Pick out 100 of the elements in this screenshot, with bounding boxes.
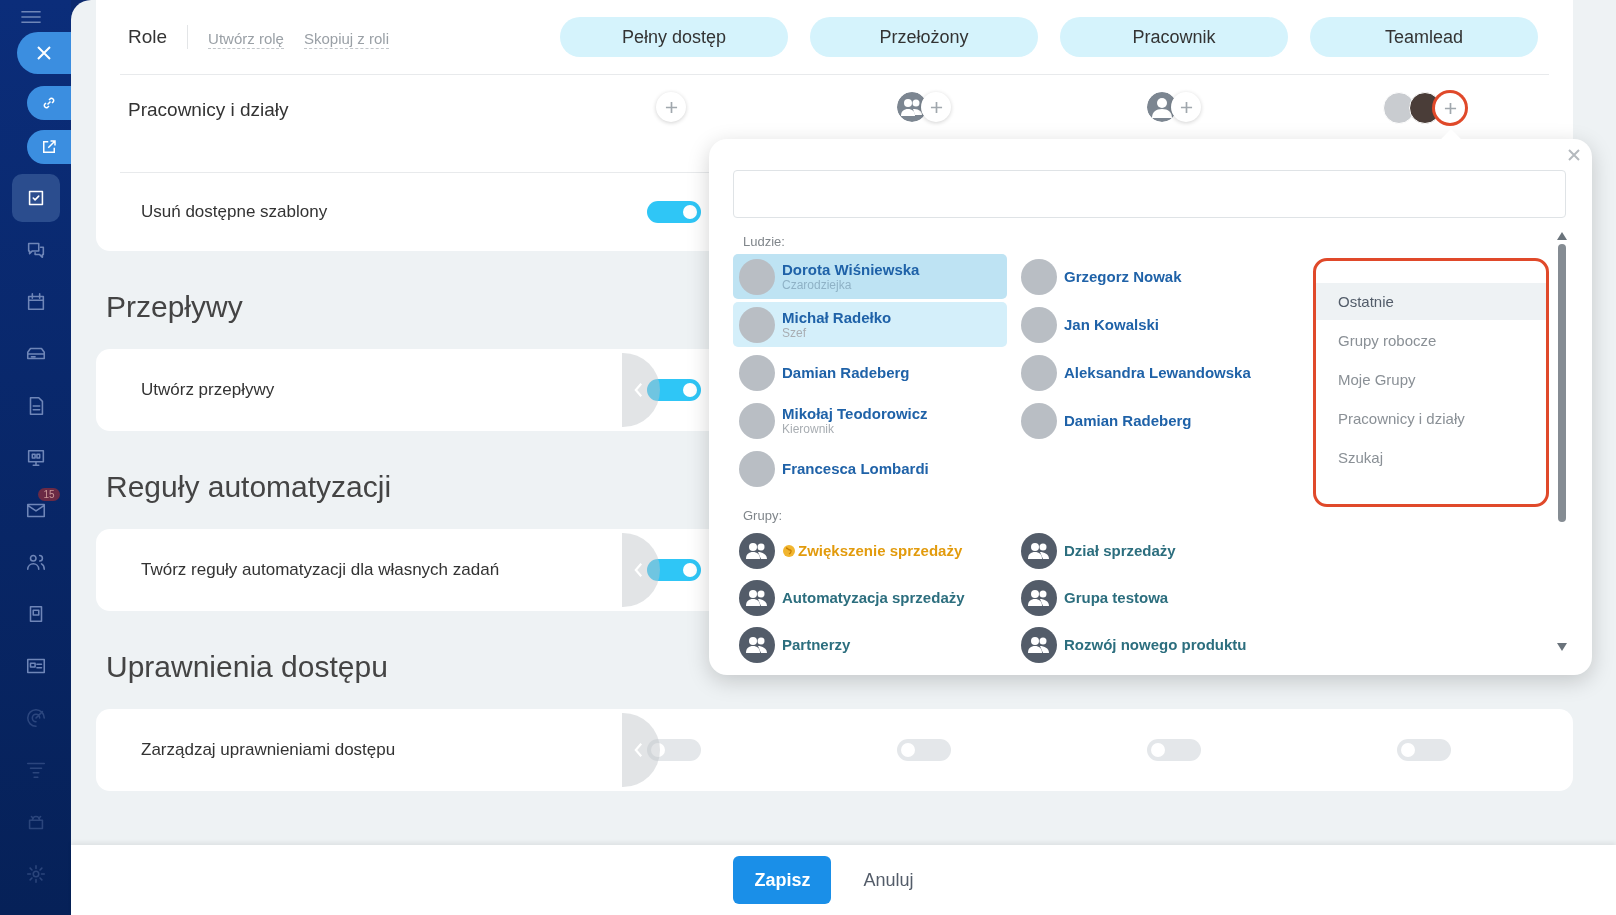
chevron-left-icon — [633, 562, 643, 578]
group-item[interactable]: Partnerzy — [733, 622, 1015, 667]
open-external-button[interactable] — [27, 130, 71, 164]
group-item[interactable]: Dział sprzedaży — [1015, 528, 1297, 573]
row-label: Pracownicy i działy — [128, 99, 289, 121]
group-icon — [1021, 579, 1057, 616]
avatar-placeholder — [1021, 354, 1057, 391]
person-role: Kierownik — [782, 422, 836, 436]
role-pill[interactable]: Pełny dostęp — [560, 17, 788, 57]
role-pill[interactable]: Przełożony — [810, 17, 1038, 57]
group-name: Automatyzacja sprzedaży — [782, 589, 965, 606]
group-item[interactable]: Rozwój nowego produktu — [1015, 622, 1297, 667]
close-button[interactable] — [17, 32, 71, 74]
add-button[interactable] — [1171, 92, 1201, 122]
scroll-up-icon[interactable] — [1557, 232, 1568, 240]
add-button[interactable] — [656, 92, 686, 122]
popup-tab[interactable]: Pracownicy i działy — [1316, 400, 1546, 437]
setting-label: Utwórz przepływy — [140, 380, 275, 400]
person-item[interactable]: Aleksandra Lewandowska — [1015, 350, 1289, 395]
plus-icon — [1443, 101, 1457, 115]
person-item[interactable]: Damian Radeberg — [1015, 398, 1289, 443]
person-item[interactable]: Grzegorz Nowak — [1015, 254, 1289, 299]
role-pill[interactable]: Teamlead — [1310, 17, 1538, 57]
section-title: Uprawnienia dostępu — [106, 649, 388, 685]
avatar-placeholder — [739, 354, 775, 391]
add-button[interactable] — [921, 92, 951, 122]
group-icon — [739, 579, 775, 616]
target-icon — [24, 707, 47, 729]
setting-label: Zarządzaj uprawnieniami dostępu — [140, 740, 396, 760]
group-icon — [1021, 532, 1057, 569]
roles-title: Role — [128, 26, 168, 48]
setting-label: Twórz reguły automatyzacji dla własnych zadań — [140, 560, 500, 580]
section-title: Przepływy — [106, 289, 243, 325]
person-name: Dorota Wiśniewska — [782, 261, 920, 278]
group-item[interactable]: Grupa testowa — [1015, 575, 1297, 620]
avatar-placeholder — [739, 450, 775, 487]
popup-tab[interactable]: Grupy robocze — [1316, 322, 1546, 359]
person-item[interactable]: Michał Radełko Szef — [733, 302, 1007, 347]
close-icon[interactable] — [1568, 149, 1580, 161]
person-name: Mikołaj Teodorowicz — [782, 405, 928, 422]
plus-icon — [1179, 100, 1193, 114]
person-name: Damian Radeberg — [782, 364, 910, 381]
search-field[interactable] — [733, 170, 1566, 218]
group-icon — [739, 626, 775, 663]
person-name: Aleksandra Lewandowska — [1064, 364, 1251, 381]
person-name: Damian Radeberg — [1064, 412, 1192, 429]
person-name: Jan Kowalski — [1064, 316, 1160, 333]
chevron-left-icon — [633, 742, 643, 758]
toggle-switch[interactable] — [647, 201, 701, 223]
toggle-switch[interactable] — [897, 739, 951, 761]
group-name: Partnerzy — [782, 636, 851, 653]
notification-badge: 15 — [38, 488, 60, 501]
group-name: Dział sprzedaży — [1064, 542, 1176, 559]
add-button[interactable] — [1435, 93, 1465, 123]
person-role: Szef — [782, 326, 807, 340]
toggle-switch[interactable] — [1397, 739, 1451, 761]
popup-tab[interactable]: Ostatnie — [1316, 283, 1546, 320]
link-button[interactable] — [27, 86, 71, 120]
group-name: Grupa testowa — [1064, 589, 1169, 606]
menu-icon[interactable] — [19, 10, 42, 24]
scroll-down-icon[interactable] — [1557, 643, 1568, 651]
person-name: Grzegorz Nowak — [1064, 268, 1182, 285]
setting-label: Usuń dostępne szablony — [140, 202, 328, 222]
sidebar-item[interactable]: 15 — [11, 486, 60, 534]
avatar-placeholder — [739, 402, 775, 439]
popup-tab[interactable]: Szukaj — [1316, 439, 1546, 476]
chevron-left-icon — [633, 382, 643, 398]
section-title: Reguły automatyzacji — [106, 469, 392, 505]
group-icon — [739, 532, 775, 569]
list-heading: Ludzie: — [743, 234, 786, 249]
person-item[interactable]: Damian Radeberg — [733, 350, 1007, 395]
group-icon — [1021, 626, 1057, 663]
close-icon — [36, 45, 52, 61]
person-item[interactable]: Jan Kowalski — [1015, 302, 1289, 347]
list-heading: Grupy: — [743, 508, 783, 523]
cancel-button[interactable]: Anuluj — [853, 869, 924, 891]
toggle-switch[interactable] — [1147, 739, 1201, 761]
person-name: Francesca Lombardi — [782, 460, 929, 477]
plus-icon — [929, 100, 943, 114]
external-link-icon — [40, 138, 58, 156]
avatar-placeholder — [1021, 258, 1057, 295]
group-item[interactable]: Automatyzacja sprzedaży — [733, 575, 1015, 620]
popup-tab[interactable]: Moje Grupy — [1316, 361, 1546, 398]
gear-icon — [24, 863, 47, 885]
sidebar-item[interactable] — [11, 174, 60, 222]
avatar-placeholder — [739, 258, 775, 295]
plus-icon — [664, 100, 678, 114]
toggle-switch[interactable] — [647, 379, 701, 401]
toggle-switch[interactable] — [647, 559, 701, 581]
person-item[interactable]: Mikołaj Teodorowicz Kierownik — [733, 398, 1007, 443]
save-button[interactable]: Zapisz — [733, 856, 832, 904]
group-name: Zwiększenie sprzedaży — [798, 542, 963, 559]
person-name: Michał Radełko — [782, 309, 892, 326]
avatar-placeholder — [739, 306, 775, 343]
toggle-switch[interactable] — [647, 739, 701, 761]
role-pill[interactable]: Pracownik — [1060, 17, 1288, 57]
avatar-placeholder — [1021, 306, 1057, 343]
person-item[interactable]: Francesca Lombardi — [733, 446, 1007, 491]
avatar-placeholder — [1021, 402, 1057, 439]
group-name: Rozwój nowego produktu — [1064, 636, 1247, 653]
